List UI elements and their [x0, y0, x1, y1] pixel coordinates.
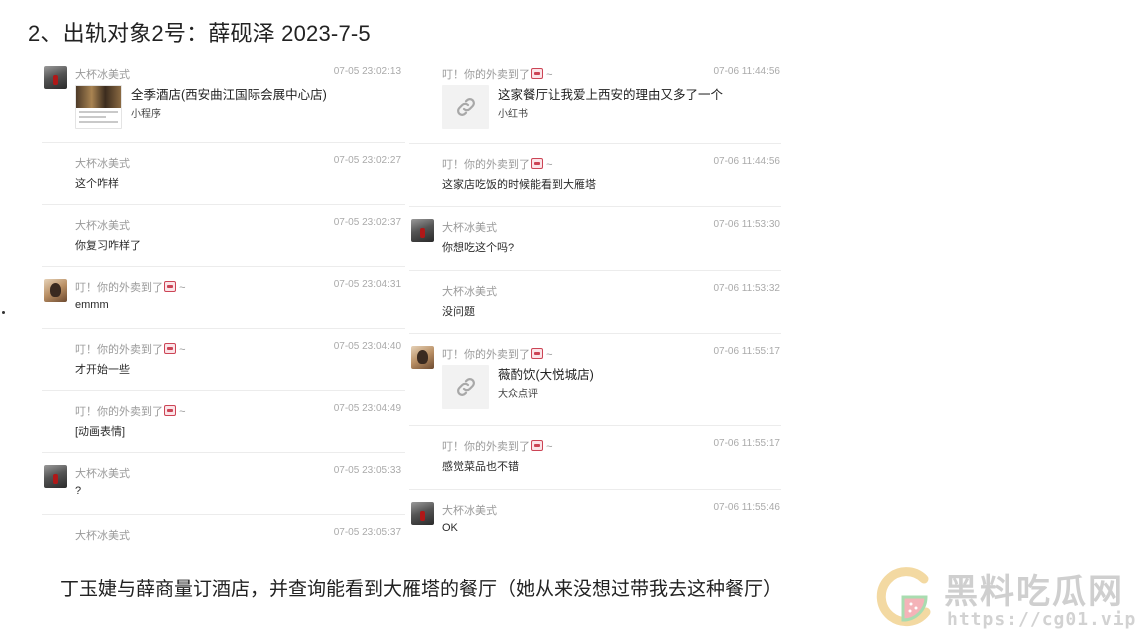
shared-card-source: 小红书 [498, 109, 528, 120]
chat-message[interactable]: 叮！你的外卖到了 ~ 07-05 23:04:49 [动画表情] [42, 391, 405, 453]
chat-message[interactable]: 叮！你的外卖到了 ~ 07-06 11:44:56 这家餐厅让我爱上西安的理由又… [409, 54, 781, 144]
message-text: ！！！ [75, 547, 108, 550]
shared-card-title[interactable]: 这家餐厅让我爱上西安的理由又多了一个 [498, 84, 723, 103]
sender-name: 大杯冰美式 [75, 158, 130, 170]
chat-message[interactable]: 大杯冰美式 07-05 23:02:27 这个咋样 [42, 143, 405, 205]
sender-name: 大杯冰美式 [442, 222, 497, 234]
takeout-box-emoji-icon [531, 68, 543, 79]
sender-name: 大杯冰美式 [75, 468, 130, 480]
message-text: 你想吃这个吗? [442, 242, 515, 254]
takeout-box-emoji-icon [531, 348, 543, 359]
chat-message[interactable]: 大杯冰美式 07-06 11:55:46 OK [409, 490, 781, 546]
sender-name: 大杯冰美式 [75, 69, 130, 81]
message-time: 07-06 11:55:17 [713, 346, 780, 357]
avatar[interactable] [411, 502, 434, 525]
message-text: 这个咋样 [75, 178, 119, 190]
message-time: 07-06 11:53:30 [713, 219, 780, 230]
link-thumbnail[interactable] [442, 85, 489, 129]
message-time: 07-06 11:44:56 [713, 156, 780, 167]
watermark-logo [876, 567, 931, 627]
message-text: 这家店吃饭的时候能看到大雁塔 [442, 179, 596, 191]
message-time: 07-05 23:02:13 [333, 66, 401, 77]
chat-column-right: 叮！你的外卖到了 ~ 07-06 11:44:56 这家餐厅让我爱上西安的理由又… [409, 54, 781, 546]
message-text: 感觉菜品也不错 [442, 461, 519, 473]
chat-message[interactable]: 大杯冰美式 07-05 23:05:37 ！！！ [42, 515, 405, 550]
chat-message[interactable]: 叮！你的外卖到了 ~ 07-05 23:04:31 emmm [42, 267, 405, 329]
sender-name: 大杯冰美式 [442, 286, 497, 298]
takeout-box-emoji-icon [164, 405, 176, 416]
message-text: 没问题 [442, 306, 475, 318]
sender-name: 叮！你的外卖到了 ~ [75, 405, 186, 418]
message-time: 07-05 23:04:40 [333, 341, 401, 352]
message-time: 07-05 23:05:33 [333, 465, 401, 476]
avatar[interactable] [411, 219, 434, 242]
shared-card-source: 大众点评 [498, 389, 538, 400]
watermark-title: 黑料吃瓜网 [944, 573, 1124, 611]
message-time: 07-05 23:05:37 [333, 527, 401, 538]
chat-message[interactable]: 叮！你的外卖到了 ~ 07-06 11:44:56 这家店吃饭的时候能看到大雁塔 [409, 144, 781, 207]
takeout-box-emoji-icon [164, 343, 176, 354]
avatar[interactable] [44, 66, 67, 89]
hotel-photo-thumbnail[interactable] [75, 85, 122, 129]
message-time: 07-06 11:44:56 [713, 66, 780, 77]
sender-name: 叮！你的外卖到了 ~ [442, 68, 553, 81]
chat-message[interactable]: 叮！你的外卖到了 ~ 07-06 11:55:17 感觉菜品也不错 [409, 426, 781, 490]
page-heading: 2、出轨对象2号：薛砚泽 2023-7-5 [28, 21, 371, 46]
avatar[interactable] [44, 279, 67, 302]
message-time: 07-05 23:04:49 [333, 403, 401, 414]
avatar[interactable] [411, 346, 434, 369]
watermark-url: https://cg01.vip [947, 609, 1137, 630]
chat-message[interactable]: 叮！你的外卖到了 ~ 07-05 23:04:40 才开始一些 [42, 329, 405, 391]
link-thumbnail[interactable] [442, 365, 489, 409]
sender-name: 叮！你的外卖到了 ~ [75, 281, 186, 294]
sender-name: 大杯冰美式 [75, 220, 130, 232]
chat-message[interactable]: 大杯冰美式 07-05 23:02:13 全季酒店(西安曲江国际会展中心店) 小… [42, 54, 405, 143]
message-time: 07-06 11:55:46 [713, 502, 780, 513]
sender-name: 叮！你的外卖到了 ~ [442, 348, 553, 361]
sender-name: 大杯冰美式 [75, 530, 130, 542]
message-time: 07-05 23:04:31 [333, 279, 401, 290]
sender-name: 大杯冰美式 [442, 505, 497, 517]
message-text: 才开始一些 [75, 364, 130, 376]
takeout-box-emoji-icon [164, 281, 176, 292]
chat-message[interactable]: 大杯冰美式 07-05 23:05:33 ? [42, 453, 405, 515]
message-text: 你复习咋样了 [75, 240, 141, 252]
chat-message[interactable]: 大杯冰美式 07-06 11:53:30 你想吃这个吗? [409, 207, 781, 271]
message-time: 07-06 11:53:32 [713, 283, 780, 294]
chat-message[interactable]: 大杯冰美式 07-05 23:02:37 你复习咋样了 [42, 205, 405, 267]
message-text: emmm [75, 299, 109, 311]
message-time: 07-05 23:02:37 [333, 217, 401, 228]
bullet-dot [2, 311, 5, 314]
chat-message[interactable]: 大杯冰美式 07-06 11:53:32 没问题 [409, 271, 781, 334]
shared-card-title[interactable]: 全季酒店(西安曲江国际会展中心店) [131, 84, 327, 103]
message-text: OK [442, 522, 458, 534]
takeout-box-emoji-icon [531, 158, 543, 169]
caption-text: 丁玉婕与薛商量订酒店，并查询能看到大雁塔的餐厅（她从来没想过带我去这种餐厅） [60, 579, 783, 600]
sender-name: 叮！你的外卖到了 ~ [442, 158, 553, 171]
message-text: ? [75, 485, 82, 497]
chat-message[interactable]: 叮！你的外卖到了 ~ 07-06 11:55:17 薇酌饮(大悦城店) 大众点评 [409, 334, 781, 426]
sender-name: 叮！你的外卖到了 ~ [442, 440, 553, 453]
shared-card-title[interactable]: 薇酌饮(大悦城店) [498, 364, 594, 383]
message-time: 07-05 23:02:27 [333, 155, 401, 166]
shared-card-source: 小程序 [131, 109, 161, 120]
avatar[interactable] [44, 465, 67, 488]
link-icon [456, 98, 475, 116]
takeout-box-emoji-icon [531, 440, 543, 451]
sender-name: 叮！你的外卖到了 ~ [75, 343, 186, 356]
message-text: [动画表情] [75, 426, 126, 438]
chat-column-left: 大杯冰美式 07-05 23:02:13 全季酒店(西安曲江国际会展中心店) 小… [42, 54, 405, 550]
link-icon [456, 378, 475, 396]
message-time: 07-06 11:55:17 [713, 438, 780, 449]
